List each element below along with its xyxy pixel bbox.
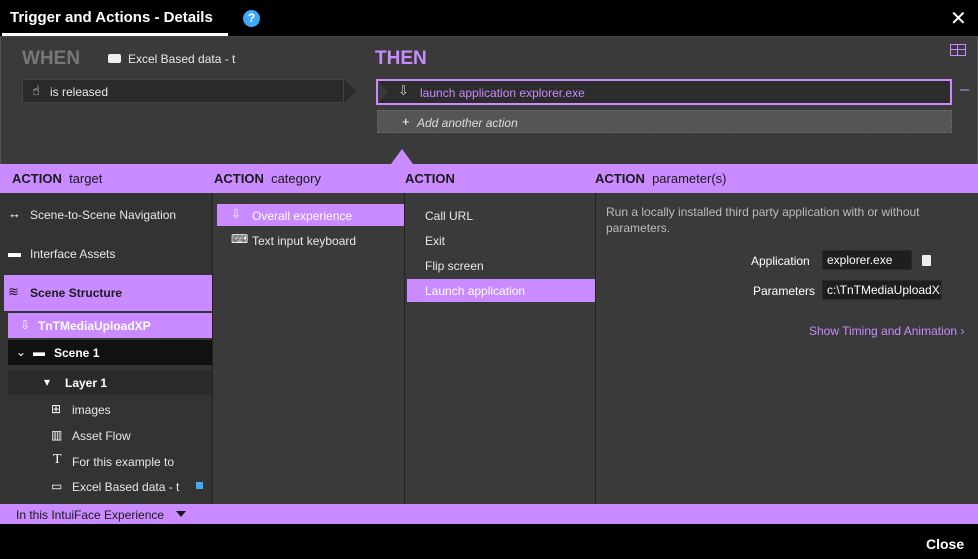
category-panel: ⇩ Overall experience ⌨ Text input keyboa… (212, 193, 405, 504)
tree-label: TnTMediaUploadXP (38, 319, 151, 333)
action-description: Run a locally installed third party appl… (606, 205, 920, 235)
when-label: WHEN (22, 48, 81, 69)
tree-label: For this example to (72, 455, 175, 469)
parameters-column-header: ACTION parameter(s) (595, 171, 727, 186)
tree-label: Excel Based data - t (72, 480, 180, 494)
tree-scene[interactable]: ⌄ ▬ Scene 1 (8, 340, 212, 365)
target-label: Scene-to-Scene Navigation (30, 208, 177, 222)
close-icon[interactable]: ✕ (950, 6, 967, 31)
action-exit[interactable]: Exit (407, 229, 595, 252)
scope-bar[interactable]: In this IntuiFace Experience (0, 504, 978, 524)
chevron-right-icon: › (960, 324, 965, 338)
selected-action[interactable]: ⇩ launch application explorer.exe (376, 79, 952, 105)
text-icon: T (53, 452, 62, 467)
tree-item[interactable]: T For this example to (8, 449, 212, 474)
target-label: Scene Structure (30, 286, 123, 300)
experience-icon: ⇩ (398, 83, 409, 98)
target-column-header: ACTION target (12, 171, 103, 186)
trigger-arrow-shape (344, 79, 356, 103)
chevron-down-icon: ⌄ (16, 345, 27, 359)
tree-experience[interactable]: ⇩ TnTMediaUploadXP (8, 313, 212, 338)
trigger-event-label: is released (50, 85, 109, 99)
pointer-triangle (391, 149, 413, 164)
caret-down-icon (176, 511, 186, 517)
timing-link-label: Show Timing and Animation (809, 324, 958, 338)
asset-flow-icon: ▥ (51, 428, 63, 442)
application-field[interactable]: explorer.exe (822, 250, 912, 270)
title-bar: Trigger and Actions - Details ? ✕ (0, 0, 978, 36)
parameters-label: Parameters (753, 284, 816, 298)
plus-icon: + (402, 114, 410, 129)
action-launch-application[interactable]: Launch application (407, 279, 595, 302)
target-scene-structure[interactable]: ≋ Scene Structure (4, 275, 212, 311)
action-notch-shape (378, 81, 388, 103)
close-button[interactable]: Close (926, 536, 964, 552)
trigger-event[interactable]: ☝ is released (22, 79, 344, 103)
add-action-label: Add another action (417, 116, 518, 130)
tree-label: Layer 1 (65, 376, 108, 390)
category-label: Overall experience (252, 209, 353, 223)
tree-label: Scene 1 (54, 346, 100, 360)
trigger-source[interactable]: Excel Based data - t (128, 52, 235, 66)
hand-icon: ☝ (32, 83, 40, 98)
target-scene-navigation[interactable]: ↔ Scene-to-Scene Navigation (4, 197, 212, 233)
action-call-url[interactable]: Call URL (407, 204, 595, 227)
tree-label: Asset Flow (72, 429, 131, 443)
column-header-bar: ACTION target ACTION category ACTION ACT… (0, 164, 978, 193)
excel-data-icon: ▭ (51, 479, 63, 493)
then-label: THEN (375, 48, 427, 69)
action-panel: Call URL Exit Flip screen Launch applica… (404, 193, 595, 504)
selected-action-label: launch application explorer.exe (420, 86, 585, 100)
layers-icon: ≋ (8, 284, 19, 299)
target-interface-assets[interactable]: ▬ Interface Assets (4, 236, 212, 272)
target-label: Interface Assets (30, 247, 116, 261)
target-panel: ↔ Scene-to-Scene Navigation ▬ Interface … (0, 193, 212, 504)
parameters-field[interactable]: c:\TnTMediaUploadXI (822, 280, 942, 300)
tree-label: images (72, 403, 111, 417)
application-label: Application (751, 254, 810, 268)
category-text-input-keyboard[interactable]: ⌨ Text input keyboard (217, 229, 405, 251)
help-icon[interactable]: ? (243, 10, 260, 27)
tree-item[interactable]: ▥ Asset Flow (8, 423, 212, 448)
action-column-header: ACTION (405, 171, 455, 186)
caret-down-icon: ▾ (44, 375, 51, 389)
file-browse-icon[interactable] (922, 255, 931, 266)
action-label: Flip screen (425, 259, 484, 273)
scene-icon: ▬ (33, 345, 45, 359)
action-label: Exit (425, 234, 446, 248)
experience-icon: ⇩ (231, 207, 242, 221)
tree-layer[interactable]: ▾ Layer 1 (8, 370, 212, 395)
action-label: Launch application (425, 284, 526, 298)
arrows-icon: ↔ (8, 206, 21, 221)
tree-item[interactable]: ⊞ images (8, 397, 212, 422)
category-column-header: ACTION category (214, 171, 321, 186)
remove-action-button[interactable]: – (960, 81, 969, 99)
keyboard-icon: ⌨ (231, 232, 249, 246)
assets-icon: ▬ (8, 245, 21, 260)
tree-item[interactable]: ▭ Excel Based data - t (8, 474, 212, 499)
category-overall-experience[interactable]: ⇩ Overall experience (217, 204, 405, 226)
images-icon: ⊞ (51, 402, 62, 416)
experience-icon: ⇩ (20, 318, 31, 332)
when-then-section: WHEN Excel Based data - t ☝ is released … (0, 37, 978, 164)
excel-data-icon (108, 54, 121, 63)
scope-label: In this IntuiFace Experience (16, 508, 165, 522)
show-timing-link[interactable]: Show Timing and Animation › (809, 324, 964, 338)
add-action-button[interactable]: + Add another action (377, 110, 952, 133)
action-flip-screen[interactable]: Flip screen (407, 254, 595, 277)
window-title: Trigger and Actions - Details (10, 9, 213, 26)
trigger-marker (196, 482, 203, 489)
parameters-panel: Run a locally installed third party appl… (595, 193, 978, 504)
action-label: Call URL (425, 209, 474, 223)
table-icon[interactable] (950, 44, 966, 56)
category-label: Text input keyboard (252, 234, 357, 248)
